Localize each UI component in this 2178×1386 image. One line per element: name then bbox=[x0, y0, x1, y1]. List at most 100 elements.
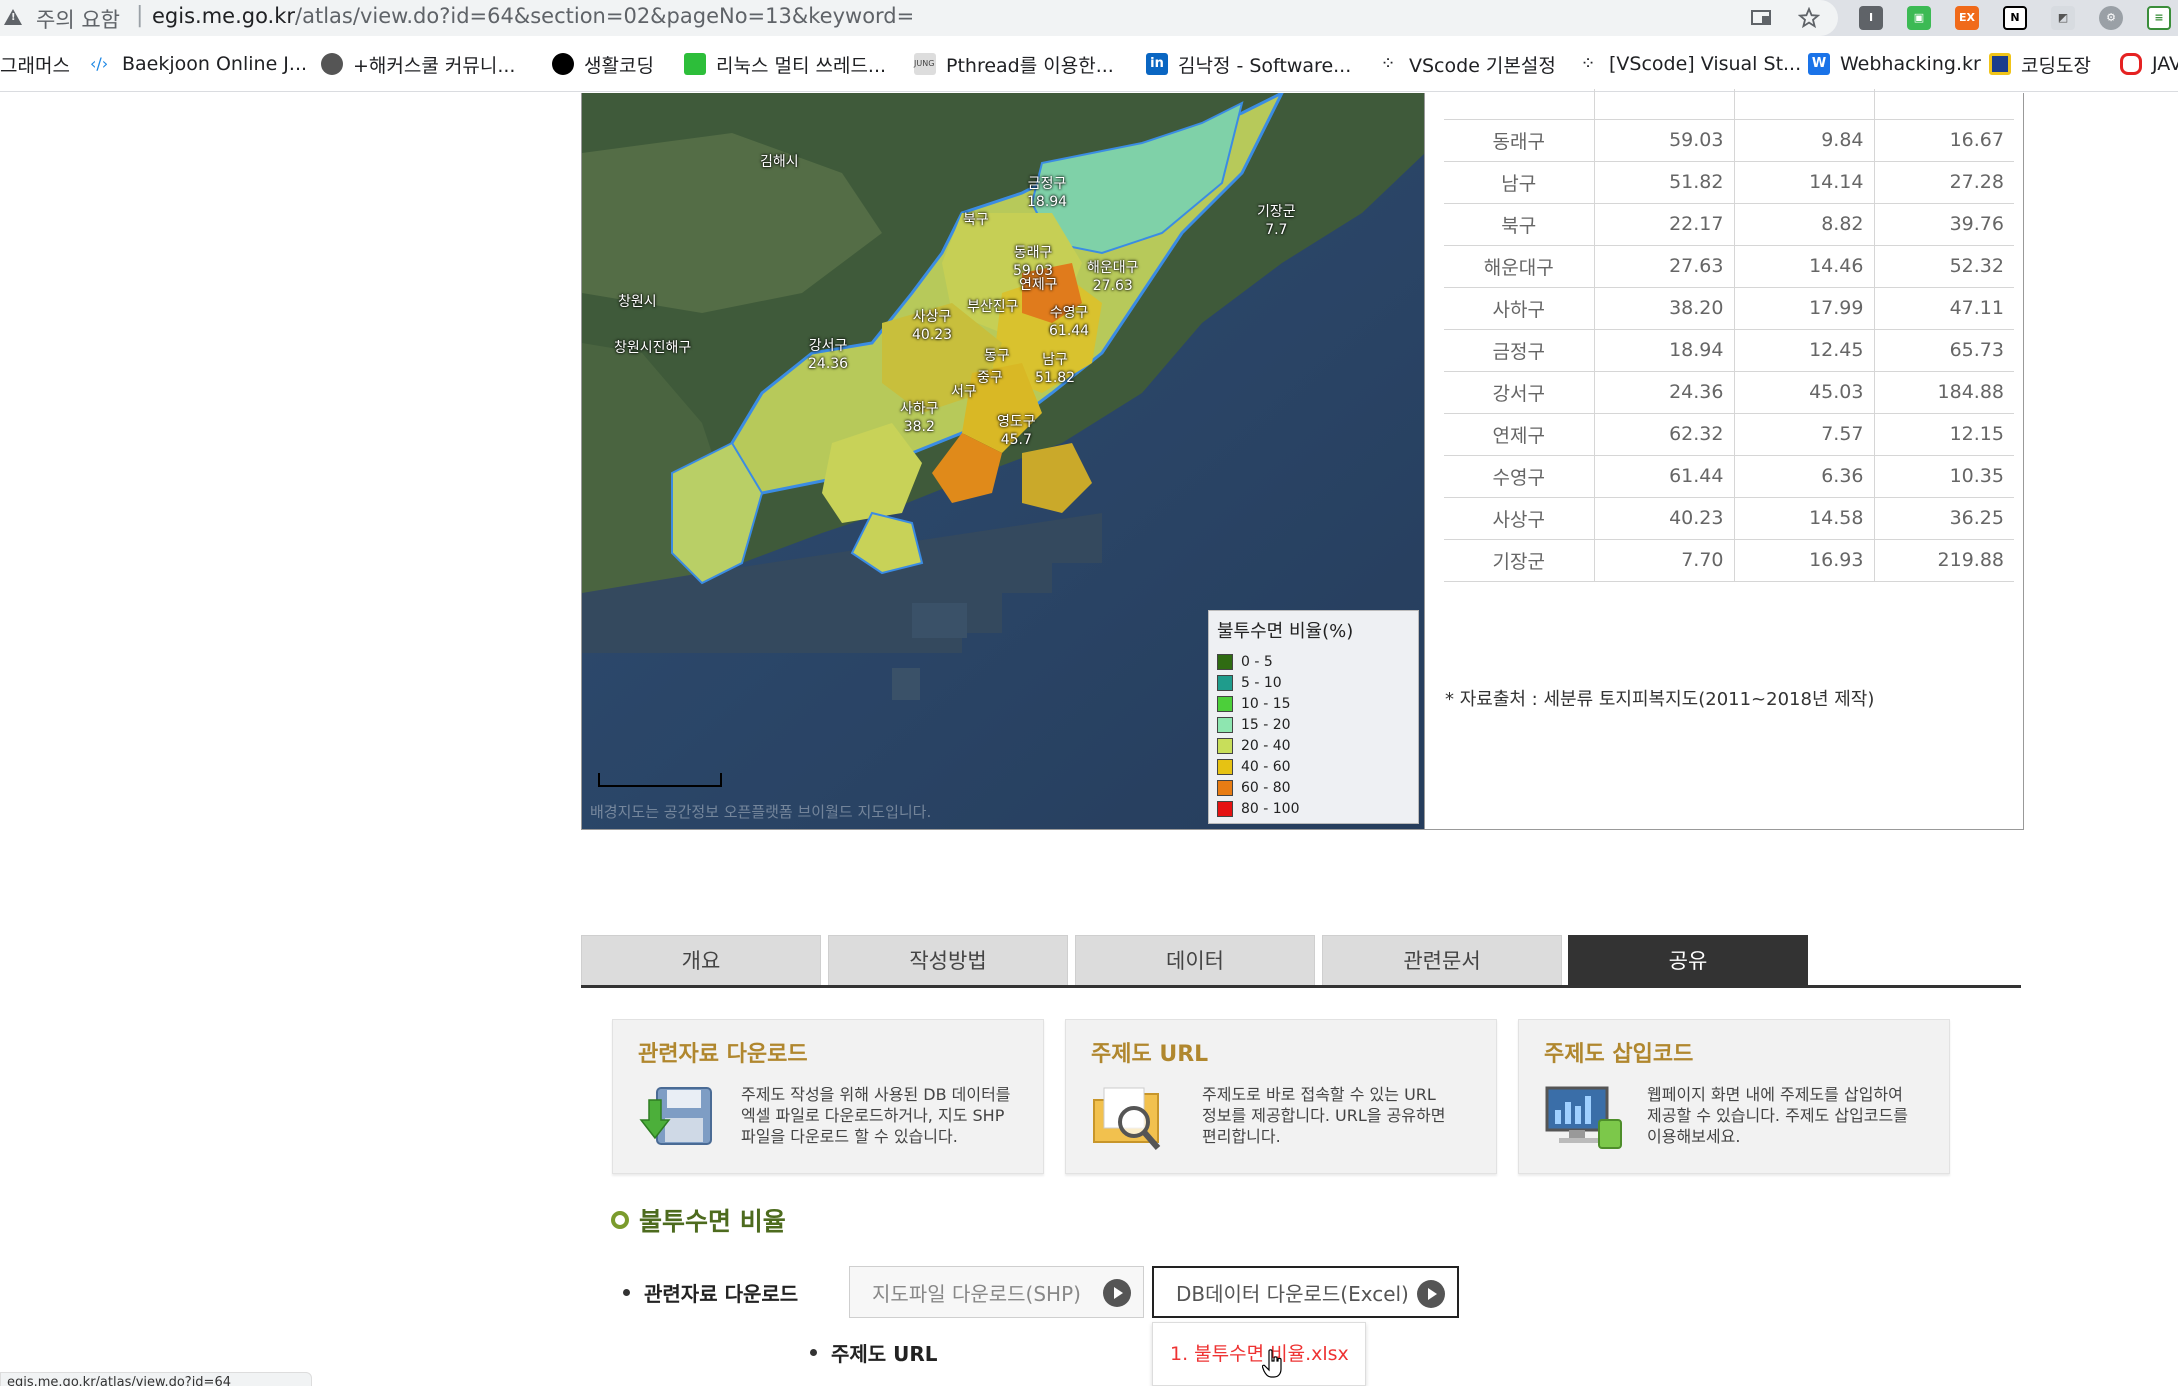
url-row-label: 주제도 URL bbox=[810, 1338, 938, 1367]
tab-method[interactable]: 작성방법 bbox=[828, 935, 1068, 985]
bookmark-label: 그래머스 bbox=[0, 54, 70, 77]
legend-item: 20 - 40 bbox=[1217, 735, 1410, 756]
district-cell: 금정구 bbox=[1444, 329, 1595, 372]
url-path: /atlas/view.do?id=64&section=02&pageNo=1… bbox=[295, 4, 915, 28]
tab-documents[interactable]: 관련문서 bbox=[1322, 935, 1562, 985]
star-icon[interactable] bbox=[1798, 7, 1820, 29]
map-label: 부산진구 bbox=[967, 298, 1019, 316]
tab-bar: 개요 작성방법 데이터 관련문서 공유 bbox=[581, 935, 2021, 988]
bookmark-label: Webhacking.kr bbox=[1840, 53, 1981, 75]
district-value: 61.44 bbox=[1049, 323, 1090, 339]
bookmark-label: 리눅스 멀티 쓰레드... bbox=[716, 54, 887, 77]
thematic-map[interactable]: 기장군 7.7 김해시 금정구 18.94 북구 동래구 59.03 연제구 해… bbox=[581, 93, 1424, 830]
value-cell: 16.93 bbox=[1734, 539, 1875, 582]
legend-swatch bbox=[1217, 674, 1233, 691]
dots-icon: ⁘ bbox=[1380, 53, 1396, 74]
bookmark-item[interactable]: JUNG Pthread를 이용한... bbox=[914, 50, 1114, 78]
notion-icon[interactable]: N bbox=[2003, 6, 2027, 30]
card-download: 관련자료 다운로드 주제도 작성을 위해 사용된 DB 데이터를 엑셀 파일로 … bbox=[612, 1019, 1044, 1174]
security-status[interactable]: 주의 요함 bbox=[36, 4, 120, 34]
url-text[interactable]: egis.me.go.kr/atlas/view.do?id=64&sectio… bbox=[152, 4, 914, 28]
scale-bar bbox=[598, 773, 722, 787]
value-cell: 12.45 bbox=[1734, 329, 1875, 372]
district-name: 동래구 bbox=[1013, 245, 1053, 261]
table-cell bbox=[1594, 89, 1735, 120]
district-name: 김해시 bbox=[760, 154, 799, 170]
bookmark-item[interactable]: ‹/› Baekjoon Online J... bbox=[90, 50, 307, 78]
district-cell: 남구 bbox=[1444, 161, 1595, 204]
download-row-label: 관련자료 다운로드 bbox=[623, 1278, 798, 1307]
district-name: 해운대구 bbox=[1087, 260, 1139, 276]
district-cell: 사하구 bbox=[1444, 287, 1595, 330]
shp-download-button[interactable]: 지도파일 다운로드(SHP) bbox=[849, 1266, 1144, 1318]
extension-icon[interactable]: ◩ bbox=[2051, 6, 2075, 30]
district-cell: 동래구 bbox=[1444, 119, 1595, 162]
legend-swatch bbox=[1217, 758, 1233, 775]
district-name: 창원시 bbox=[618, 294, 657, 310]
hand-cursor-icon bbox=[1262, 1349, 1282, 1378]
value-cell: 14.46 bbox=[1734, 245, 1875, 288]
value-cell: 24.36 bbox=[1594, 371, 1735, 414]
map-label: 창원시 bbox=[618, 293, 657, 311]
legend-swatch bbox=[1217, 800, 1233, 817]
bookmark-item[interactable]: 생활코딩 bbox=[552, 50, 654, 78]
card-description: 주제도로 바로 접속할 수 있는 URL 정보를 제공합니다. URL을 공유하… bbox=[1202, 1085, 1446, 1146]
bookmark-item[interactable]: ⁘ VScode 기본설정 bbox=[1377, 50, 1556, 78]
circle-icon bbox=[552, 53, 574, 75]
bookmark-item[interactable]: W Webhacking.kr bbox=[1808, 50, 1981, 78]
value-cell: 51.82 bbox=[1594, 161, 1735, 204]
extension-icon[interactable]: ▣ bbox=[1907, 6, 1931, 30]
value-cell: 61.44 bbox=[1594, 455, 1735, 498]
bookmark-item[interactable]: 리눅스 멀티 쓰레드... bbox=[684, 50, 886, 78]
tab-overview[interactable]: 개요 bbox=[581, 935, 821, 985]
extension-icon[interactable]: ≡ bbox=[2147, 6, 2171, 30]
bookmark-item[interactable]: ⁘ [VScode] Visual St... bbox=[1577, 50, 1801, 78]
value-cell: 39.76 bbox=[1874, 203, 2014, 246]
map-label: 금정구 18.94 bbox=[1027, 175, 1067, 211]
value-cell: 17.99 bbox=[1734, 287, 1875, 330]
value-cell: 10.35 bbox=[1874, 455, 2014, 498]
bookmark-item[interactable]: in 김낙정 - Software... bbox=[1146, 50, 1351, 78]
card-title: 주제도 URL bbox=[1091, 1042, 1209, 1067]
legend-swatch bbox=[1217, 716, 1233, 733]
table-row: 동래구 59.03 9.84 16.67 bbox=[1444, 119, 2014, 162]
webhacking-icon: W bbox=[1808, 53, 1830, 75]
cast-icon[interactable] bbox=[1750, 7, 1772, 29]
district-name: 남구 bbox=[1042, 352, 1068, 368]
legend-swatch bbox=[1217, 653, 1233, 670]
xlsx-file-link[interactable]: 1. 불투수면 비율.xlsx bbox=[1170, 1339, 1349, 1366]
bookmark-item[interactable]: 그래머스 bbox=[0, 50, 70, 78]
tab-share[interactable]: 공유 bbox=[1568, 935, 1808, 985]
district-value: 45.7 bbox=[1000, 432, 1032, 448]
table-row: 강서구 24.36 45.03 184.88 bbox=[1444, 371, 2014, 414]
card-title: 관련자료 다운로드 bbox=[638, 1042, 808, 1067]
bookmark-label: Pthread를 이용한... bbox=[946, 54, 1114, 77]
value-cell: 9.84 bbox=[1734, 119, 1875, 162]
bookmark-item[interactable]: JAV bbox=[2120, 50, 2178, 78]
table-row bbox=[1444, 89, 2014, 120]
value-cell: 6.36 bbox=[1734, 455, 1875, 498]
district-cell: 해운대구 bbox=[1444, 245, 1595, 288]
map-label: 남구 51.82 bbox=[1035, 351, 1075, 387]
value-cell: 7.57 bbox=[1734, 413, 1875, 456]
bookmark-label: 코딩도장 bbox=[2021, 54, 2091, 77]
gear-icon[interactable]: ⚙ bbox=[2099, 6, 2123, 30]
district-value: 40.23 bbox=[912, 327, 953, 343]
extension-icon[interactable]: EX bbox=[1955, 6, 1979, 30]
bookmark-label: 생활코딩 bbox=[584, 54, 654, 77]
excel-download-button[interactable]: DB데이터 다운로드(Excel) bbox=[1152, 1266, 1459, 1318]
bookmark-item[interactable]: 코딩도장 bbox=[1989, 50, 2091, 78]
value-cell: 36.25 bbox=[1874, 497, 2014, 540]
map-label: 북구 bbox=[963, 211, 989, 229]
source-note: * 자료출처 : 세분류 토지피복지도(2011~2018년 제작) bbox=[1445, 689, 1875, 710]
address-bar[interactable]: 주의 요함 | egis.me.go.kr/atlas/view.do?id=6… bbox=[0, 0, 1838, 36]
district-name: 금정구 bbox=[1027, 176, 1067, 192]
value-cell: 27.28 bbox=[1874, 161, 2014, 204]
extension-icon[interactable]: I bbox=[1859, 6, 1883, 30]
value-cell: 38.20 bbox=[1594, 287, 1735, 330]
bookmark-item[interactable]: +해커스쿨 커뮤니... bbox=[321, 50, 515, 78]
table-row: 사하구 38.20 17.99 47.11 bbox=[1444, 287, 2014, 330]
table-cell bbox=[1874, 89, 2014, 120]
tab-data[interactable]: 데이터 bbox=[1075, 935, 1315, 985]
bookmark-label: VScode 기본설정 bbox=[1409, 54, 1556, 77]
